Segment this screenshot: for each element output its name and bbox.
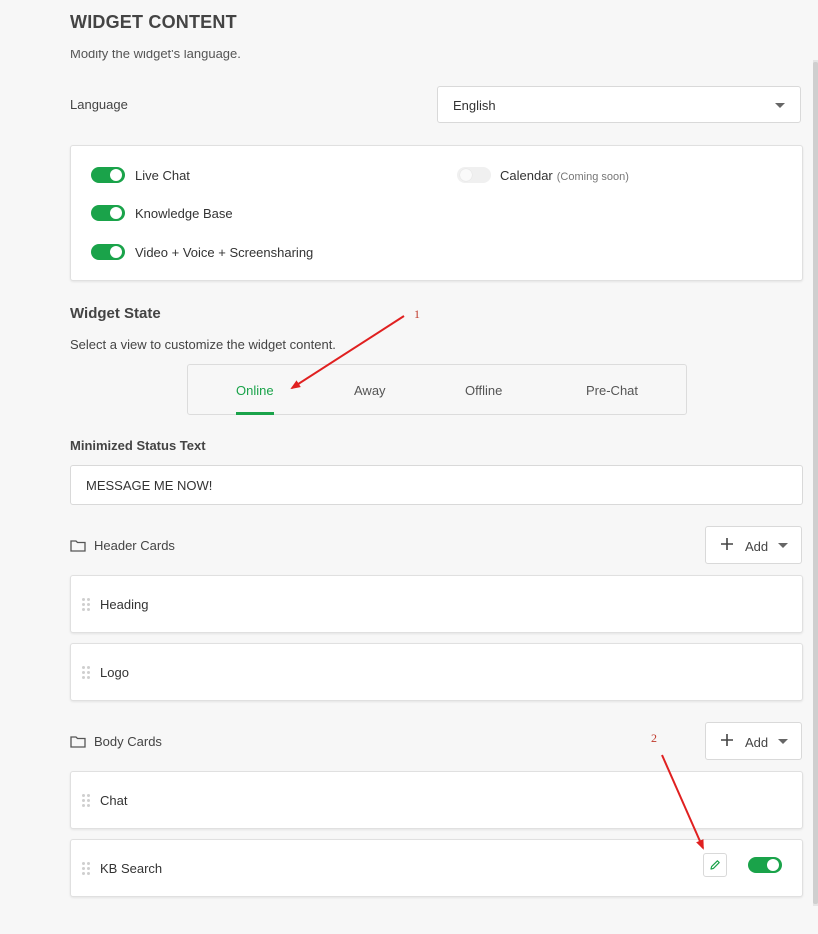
tab-pre-chat[interactable]: Pre-Chat — [586, 383, 638, 398]
calendar-label: Calendar (Coming soon) — [500, 168, 629, 183]
add-header-card-button[interactable]: Add — [705, 526, 802, 564]
body-cards-title: Body Cards — [94, 734, 162, 749]
tab-offline[interactable]: Offline — [465, 383, 502, 398]
minimized-status-label: Minimized Status Text — [70, 438, 206, 453]
header-cards-title: Header Cards — [94, 538, 175, 553]
tab-away[interactable]: Away — [354, 383, 386, 398]
knowledge-base-toggle[interactable] — [91, 205, 125, 221]
live-chat-label: Live Chat — [135, 168, 190, 183]
drag-handle-icon[interactable] — [82, 598, 90, 612]
pencil-icon — [710, 860, 720, 870]
video-voice-label: Video + Voice + Screensharing — [135, 245, 314, 260]
header-card-logo[interactable]: Logo — [70, 643, 803, 701]
edit-kb-search-button[interactable] — [703, 853, 727, 877]
chevron-down-icon — [778, 543, 788, 548]
add-header-card-label: Add — [745, 539, 769, 554]
live-chat-toggle[interactable] — [91, 167, 125, 183]
calendar-label-text: Calendar — [500, 168, 553, 183]
drag-handle-icon[interactable] — [82, 666, 90, 680]
chevron-down-icon — [778, 739, 788, 744]
header-card-heading[interactable]: Heading — [70, 575, 803, 633]
features-card: Live Chat Knowledge Base Video + Voice +… — [70, 145, 803, 281]
folder-icon — [70, 736, 86, 748]
add-body-card-label: Add — [745, 735, 769, 750]
annotation-number-1: 1 — [414, 307, 420, 321]
body-card-chat-label: Chat — [100, 793, 128, 808]
folder-icon — [70, 540, 86, 552]
header-card-logo-label: Logo — [100, 665, 129, 680]
drag-handle-icon[interactable] — [82, 794, 90, 808]
video-voice-toggle[interactable] — [91, 244, 125, 260]
header-card-heading-label: Heading — [100, 597, 149, 612]
annotation-number-2: 2 — [651, 731, 657, 745]
body-card-kb-search-label: KB Search — [100, 861, 163, 876]
plus-icon — [721, 734, 733, 746]
body-card-kb-search[interactable]: KB Search — [70, 839, 803, 897]
page-subtitle: Modify the widget's language. — [70, 50, 241, 61]
page-title: WIDGET CONTENT — [70, 12, 237, 32]
language-select[interactable]: English — [437, 86, 801, 123]
chevron-down-icon — [775, 103, 785, 108]
active-tab-indicator — [236, 412, 274, 415]
add-body-card-button[interactable]: Add — [705, 722, 802, 760]
language-selected-value: English — [453, 98, 496, 113]
drag-handle-icon[interactable] — [82, 862, 90, 876]
kb-search-toggle[interactable] — [748, 857, 782, 873]
widget-state-description: Select a view to customize the widget co… — [70, 337, 336, 352]
body-card-chat[interactable]: Chat — [70, 771, 803, 829]
widget-state-tabs: Online Away Offline Pre-Chat — [187, 364, 687, 415]
plus-icon — [721, 538, 733, 550]
coming-soon-note: (Coming soon) — [556, 171, 629, 183]
scrollbar-thumb[interactable] — [813, 62, 818, 904]
tab-online[interactable]: Online — [236, 383, 274, 398]
language-label: Language — [70, 97, 128, 112]
minimized-status-input[interactable] — [70, 465, 803, 505]
knowledge-base-label: Knowledge Base — [135, 206, 233, 221]
calendar-toggle[interactable] — [457, 167, 491, 183]
widget-state-title: Widget State — [70, 305, 161, 322]
